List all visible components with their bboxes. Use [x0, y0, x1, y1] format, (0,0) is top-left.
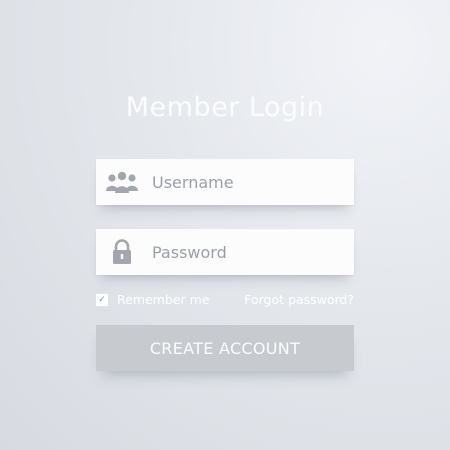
- lock-icon: [98, 229, 146, 275]
- page-title: Member Login: [125, 92, 325, 123]
- remember-label: Remember me: [117, 292, 210, 307]
- forgot-password-link[interactable]: Forgot password?: [244, 292, 354, 307]
- username-input[interactable]: [152, 172, 342, 192]
- password-input[interactable]: [152, 242, 342, 262]
- remember-checkbox[interactable]: ✓: [96, 293, 108, 306]
- password-field[interactable]: [96, 229, 354, 275]
- remember-me[interactable]: ✓ Remember me: [96, 292, 209, 307]
- create-account-button[interactable]: CREATE ACCOUNT: [96, 325, 354, 371]
- username-field[interactable]: [96, 159, 354, 205]
- users-icon: [98, 159, 146, 205]
- checkmark-icon: ✓: [98, 294, 106, 305]
